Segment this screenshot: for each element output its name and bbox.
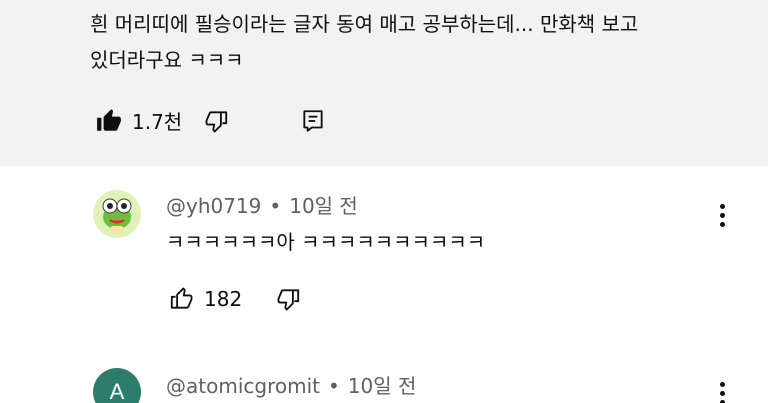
comments-page: 흰 머리띠에 필승이라는 글자 동여 매고 공부하는데... 만화책 보고 있더… (0, 0, 768, 403)
comment-meta: @atomicgromit • 10일 전 (166, 370, 416, 399)
comment-time[interactable]: 10일 전 (289, 194, 358, 218)
like-count: 182 (204, 287, 243, 311)
avatar[interactable]: A (93, 368, 141, 403)
avatar-letter: A (109, 379, 125, 403)
like-count: 1.7천 (132, 110, 183, 134)
kebab-dot (719, 213, 725, 218)
like-button[interactable] (96, 108, 122, 134)
thumbs-down-icon (205, 110, 228, 132)
separator-dot: • (327, 374, 340, 398)
thumbs-down-icon (277, 289, 300, 311)
kebab-dot (719, 382, 725, 387)
more-options-button[interactable] (718, 382, 726, 403)
comment-text: ㅋㅋㅋㅋㅋㅋ아 ㅋㅋㅋㅋㅋㅋㅋㅋㅋㅋ (166, 230, 486, 254)
frog-avatar-icon (93, 190, 141, 238)
thumbs-up-filled-icon (97, 108, 121, 131)
author-name[interactable]: @yh0719 (166, 194, 261, 218)
kebab-dot (719, 222, 725, 227)
reply-comment: @yh0719 • 10일 전 ㅋㅋㅋㅋㅋㅋ아 ㅋㅋㅋㅋㅋㅋㅋㅋㅋㅋ 182 (0, 166, 768, 356)
comment-actions: 1.7천 (96, 106, 326, 135)
comment-text-line-2: 있더라구요 ㅋㅋㅋ (90, 48, 244, 72)
dislike-button[interactable] (204, 108, 230, 134)
dislike-button[interactable] (276, 286, 302, 312)
thumbs-up-icon (170, 287, 193, 309)
comment-text: 흰 머리띠에 필승이라는 글자 동여 매고 공부하는데... 만화책 보고 있더… (90, 6, 730, 78)
avatar[interactable] (93, 190, 141, 238)
kebab-dot (719, 204, 725, 209)
like-button[interactable] (168, 286, 194, 312)
separator-dot: • (269, 194, 282, 218)
more-options-button[interactable] (718, 204, 726, 230)
comment-actions: 182 (168, 286, 302, 312)
reply-button[interactable] (300, 108, 326, 134)
comment-time[interactable]: 10일 전 (348, 374, 417, 398)
author-name[interactable]: @atomicgromit (166, 374, 320, 398)
comment-icon (303, 109, 323, 132)
kebab-dot (719, 391, 725, 396)
comment-text-line-1: 흰 머리띠에 필승이라는 글자 동여 매고 공부하는데... 만화책 보고 (90, 12, 639, 36)
highlighted-comment: 흰 머리띠에 필승이라는 글자 동여 매고 공부하는데... 만화책 보고 있더… (0, 0, 768, 166)
reply-comment: A @atomicgromit • 10일 전 (0, 356, 768, 403)
comment-meta: @yh0719 • 10일 전 (166, 190, 358, 219)
